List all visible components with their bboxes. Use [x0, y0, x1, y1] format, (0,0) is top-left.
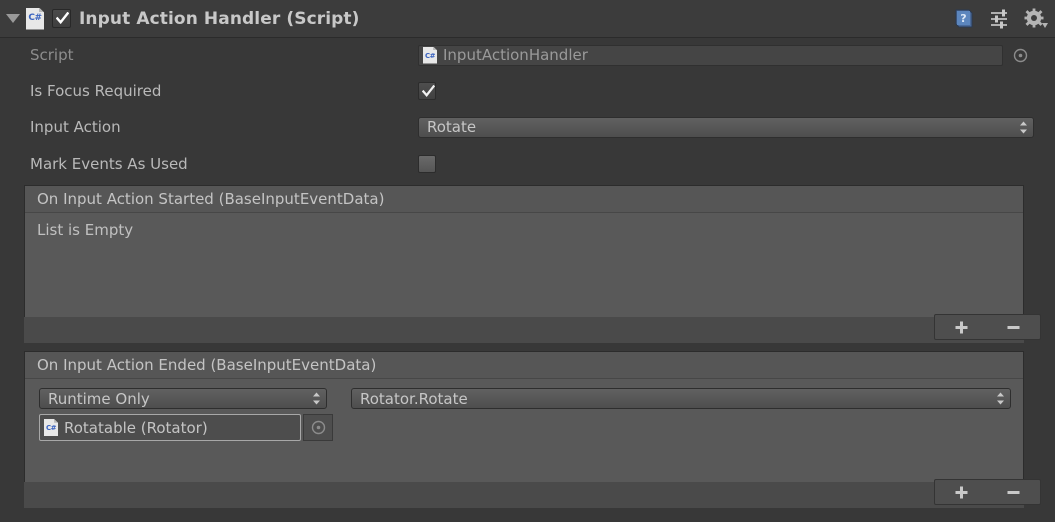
csharp-script-icon: C#: [26, 7, 44, 30]
header-icon-group: ?: [951, 0, 1049, 38]
preset-icon[interactable]: [987, 6, 1013, 32]
event-entry-method-slot: Rotator.Rotate: [351, 388, 1011, 409]
property-row-is-focus-required: Is Focus Required: [0, 79, 1055, 103]
event-box-on-input-action-started: On Input Action Started (BaseInputEventD…: [24, 185, 1024, 317]
svg-text:?: ?: [960, 12, 966, 25]
component-enabled-checkbox[interactable]: [52, 9, 71, 28]
property-row-input-action: Input Action Rotate: [0, 115, 1055, 139]
event-list-buttons-started: [934, 314, 1041, 340]
target-object-value: Rotatable (Rotator): [64, 418, 208, 437]
event-title-ended: On Input Action Ended (BaseInputEventDat…: [25, 352, 1023, 379]
call-state-value: Runtime Only: [48, 389, 150, 408]
input-action-dropdown[interactable]: Rotate: [418, 116, 1034, 138]
property-label-script: Script: [30, 46, 74, 64]
help-icon[interactable]: ?: [951, 6, 977, 32]
chevron-updown-icon: [310, 392, 322, 405]
script-object-field[interactable]: C# InputActionHandler: [418, 44, 1003, 66]
remove-listener-button-ended[interactable]: [993, 480, 1035, 504]
event-title-started: On Input Action Started (BaseInputEventD…: [25, 186, 1023, 213]
add-listener-button-ended[interactable]: [940, 480, 982, 504]
property-row-mark-events-as-used: Mark Events As Used: [0, 152, 1055, 176]
component-header[interactable]: C# Input Action Handler (Script) ?: [0, 0, 1055, 38]
checkmark-icon: [56, 12, 69, 25]
mark-events-as-used-checkbox[interactable]: [418, 155, 436, 173]
event-list-buttons-ended: [934, 479, 1041, 505]
method-dropdown[interactable]: Rotator.Rotate: [351, 388, 1011, 409]
method-value: Rotator.Rotate: [360, 389, 468, 408]
object-picker-icon[interactable]: [303, 414, 333, 441]
unity-inspector-component-panel: C# Input Action Handler (Script) ? Scrip…: [0, 0, 1055, 522]
foldout-toggle[interactable]: [0, 0, 26, 38]
chevron-down-icon: [6, 14, 20, 23]
remove-listener-button-started[interactable]: [993, 315, 1035, 339]
plus-icon: [955, 321, 968, 333]
chevron-updown-icon: [1017, 121, 1029, 134]
property-label-is-focus-required: Is Focus Required: [30, 82, 162, 100]
property-row-script: Script C# InputActionHandler: [0, 43, 1055, 67]
minus-icon: [1007, 325, 1020, 329]
is-focus-required-checkbox[interactable]: [418, 82, 436, 100]
plus-icon: [955, 486, 968, 498]
property-label-input-action: Input Action: [30, 118, 121, 136]
event-body-started: List is Empty: [25, 213, 1023, 317]
property-label-mark-events-as-used: Mark Events As Used: [30, 155, 188, 173]
csharp-script-icon: C#: [423, 46, 437, 64]
chevron-updown-icon: [994, 392, 1006, 405]
object-picker-icon[interactable]: [1011, 45, 1029, 65]
call-state-dropdown[interactable]: Runtime Only: [39, 388, 327, 409]
csharp-script-icon: C#: [44, 419, 58, 436]
checkmark-icon: [422, 85, 435, 97]
event-body-ended: Runtime Only Rotator.Rotate C# Rotatable…: [25, 379, 1023, 482]
event-entry-row-bottom: C# Rotatable (Rotator): [39, 414, 333, 441]
list-empty-label-started: List is Empty: [37, 221, 134, 239]
event-footer-started: [24, 317, 1024, 343]
add-listener-button-started[interactable]: [940, 315, 982, 339]
event-entry-row-top: Runtime Only: [39, 388, 327, 409]
script-object-value: InputActionHandler: [443, 46, 588, 64]
component-title: Input Action Handler (Script): [79, 8, 360, 29]
target-object-field[interactable]: C# Rotatable (Rotator): [39, 414, 301, 441]
minus-icon: [1007, 490, 1020, 494]
input-action-value: Rotate: [427, 118, 477, 136]
gear-icon[interactable]: [1023, 6, 1049, 32]
event-footer-ended: [24, 482, 1024, 508]
event-box-on-input-action-ended: On Input Action Ended (BaseInputEventDat…: [24, 351, 1024, 482]
